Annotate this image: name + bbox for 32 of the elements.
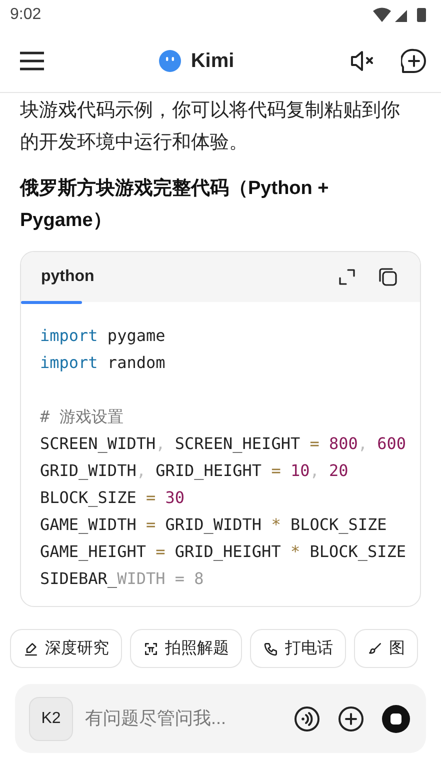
message-paragraph: 块游戏代码示例，你可以将代码复制粘贴到你的开发环境中运行和体验。 bbox=[20, 99, 401, 155]
code-line: GAME_HEIGHT = GRID_HEIGHT * BLOCK_SIZE bbox=[40, 542, 406, 561]
brush-icon bbox=[367, 640, 383, 656]
suggestion-chip[interactable]: 打电话 bbox=[250, 629, 346, 668]
suggestion-chip[interactable]: 拍照解题 bbox=[130, 629, 242, 668]
code-line: GAME_WIDTH = GRID_WIDTH * BLOCK_SIZE bbox=[40, 515, 387, 534]
pen-icon bbox=[23, 640, 39, 656]
new-chat-icon[interactable] bbox=[401, 48, 427, 74]
voice-icon[interactable] bbox=[294, 706, 320, 732]
status-time: 9:02 bbox=[10, 6, 42, 24]
mute-icon[interactable] bbox=[349, 49, 375, 73]
app-title: Kimi bbox=[190, 50, 234, 72]
model-button[interactable]: K2 bbox=[29, 696, 73, 740]
code-line: BLOCK_SIZE = 30 bbox=[40, 488, 184, 507]
suggestion-chip[interactable]: 深度研究 bbox=[10, 629, 122, 668]
logo-icon bbox=[158, 50, 181, 72]
code-line: GRID_WIDTH, GRID_HEIGHT = 10, 20 bbox=[40, 461, 348, 480]
phone-icon bbox=[263, 640, 279, 656]
code-line: # 游戏设置 bbox=[40, 407, 124, 426]
code-line: import random bbox=[40, 353, 166, 372]
code-language: python bbox=[41, 268, 96, 286]
suggestion-chip[interactable]: 图 bbox=[354, 629, 418, 668]
language-tab-underline bbox=[21, 301, 82, 304]
menu-icon[interactable] bbox=[20, 51, 44, 71]
message-input[interactable]: 有问题尽管问我... bbox=[83, 707, 276, 730]
code-line: import pygame bbox=[40, 326, 166, 345]
message-heading: 俄罗斯方块游戏完整代码（Python + Pygame） bbox=[20, 176, 330, 233]
add-icon[interactable] bbox=[338, 706, 364, 732]
code-line: SIDEBAR_WIDTH = 8 bbox=[40, 569, 204, 588]
code-line: SCREEN_WIDTH, SCREEN_HEIGHT = 800, 600 bbox=[40, 434, 406, 453]
scan-icon bbox=[143, 640, 159, 656]
stop-icon[interactable] bbox=[382, 704, 410, 732]
